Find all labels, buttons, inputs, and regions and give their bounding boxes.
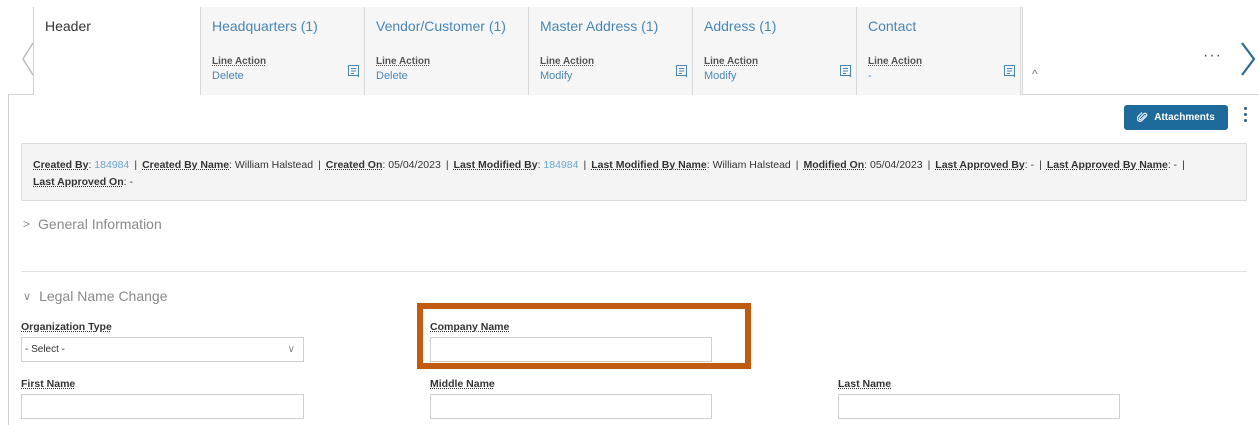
audit-value: - (1173, 159, 1178, 171)
audit-label: Modified On (803, 159, 865, 171)
audit-value: - (1030, 159, 1035, 171)
middle-name-label: Middle Name (430, 378, 495, 390)
tab-title: Address (1) (704, 18, 777, 34)
audit-value: 05/04/2023 (870, 159, 923, 171)
note-icon[interactable] (676, 65, 688, 78)
tab-title: Contact (868, 18, 917, 34)
line-action-value: Modify (540, 70, 573, 82)
tab-address[interactable]: Address (1) Line Action Modify (693, 7, 857, 95)
section-general-information[interactable]: > General Information (23, 216, 162, 232)
audit-value: William Halstead (712, 159, 791, 171)
audit-link[interactable]: 184984 (94, 159, 129, 171)
attachments-label: Attachments (1154, 112, 1215, 123)
note-icon[interactable] (840, 65, 852, 78)
audit-label: Last Approved On (33, 176, 124, 188)
paperclip-icon (1137, 112, 1148, 122)
line-action-label: Line Action (704, 56, 759, 67)
tab-title: Vendor/Customer (1) (376, 18, 506, 34)
organization-type-select[interactable]: - Select - ∨ (21, 337, 304, 362)
chevron-down-icon: ∨ (23, 290, 32, 303)
line-action-value: Delete (376, 70, 408, 82)
audit-label: Last Approved By (935, 159, 1025, 171)
section-divider (21, 271, 1247, 272)
audit-value: William Halstead (234, 159, 314, 171)
kebab-menu-icon[interactable] (1242, 107, 1248, 129)
line-action-label: Line Action (540, 56, 595, 67)
section-title: General Information (38, 216, 162, 232)
tab-vendor-customer[interactable]: Vendor/Customer (1) Line Action Delete (365, 7, 529, 95)
audit-label: Created On (325, 159, 383, 171)
tab-divider (1021, 7, 1023, 95)
tab-strip: Header Headquarters (1) Line Action Dele… (8, 7, 1259, 95)
tab-title: Master Address (1) (540, 18, 659, 34)
chevron-right-icon: > (23, 217, 31, 231)
line-action-value: Delete (212, 70, 244, 82)
tab-master-address[interactable]: Master Address (1) Line Action Modify (529, 7, 693, 95)
audit-label: Created By Name (142, 159, 230, 171)
audit-info-panel: Created By: 184984 | Created By Name: Will… (21, 143, 1247, 201)
audit-label: Last Approved By Name (1046, 159, 1168, 171)
section-title: Legal Name Change (39, 288, 168, 304)
audit-label: Created By (33, 159, 89, 171)
audit-label: Last Modified By (453, 159, 538, 171)
chevron-down-icon: ∨ (287, 344, 295, 355)
middle-name-input[interactable] (430, 394, 712, 419)
select-value: - Select - (25, 344, 66, 355)
tab-contact[interactable]: Contact Line Action - (857, 7, 1021, 95)
more-tabs-icon[interactable]: ··· (1203, 47, 1222, 65)
tab-header[interactable]: Header (33, 7, 201, 95)
tab-title: Headquarters (1) (212, 18, 318, 34)
section-legal-name-change[interactable]: ∨ Legal Name Change (23, 288, 167, 304)
tab-headquarters[interactable]: Headquarters (1) Line Action Delete (201, 7, 365, 95)
chevron-up-icon[interactable]: ^ (1032, 67, 1038, 81)
highlight-box (417, 303, 751, 369)
tab-title: Header (45, 18, 91, 34)
first-name-input[interactable] (21, 394, 304, 419)
note-icon[interactable] (348, 65, 360, 78)
last-name-label: Last Name (838, 378, 892, 390)
audit-value: 05/04/2023 (388, 159, 441, 171)
note-icon[interactable] (1004, 65, 1016, 78)
line-action-label: Line Action (212, 56, 267, 67)
chevron-right-icon[interactable] (1240, 42, 1256, 76)
first-name-label: First Name (21, 378, 76, 390)
last-name-input[interactable] (838, 394, 1120, 419)
line-action-label: Line Action (868, 56, 923, 67)
attachments-button[interactable]: Attachments (1124, 105, 1228, 130)
audit-value: - (129, 176, 133, 188)
line-action-value: Modify (704, 70, 737, 82)
audit-label: Last Modified By Name (591, 159, 707, 171)
line-action-label: Line Action (376, 56, 431, 67)
organization-type-label: Organization Type (21, 321, 112, 333)
line-action-value: - (868, 70, 872, 82)
audit-link[interactable]: 184984 (543, 159, 578, 171)
